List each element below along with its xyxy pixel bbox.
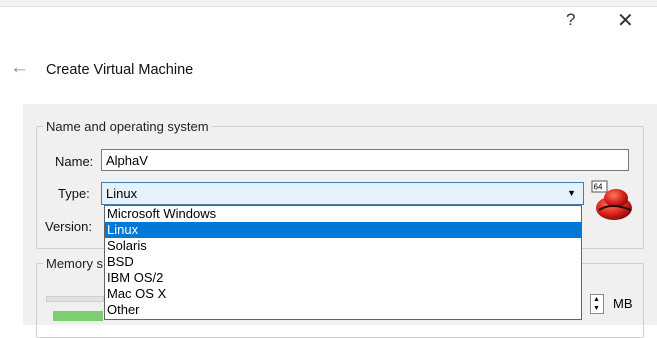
dropdown-option-ibm-os2[interactable]: IBM OS/2: [105, 270, 581, 286]
memory-size-legend: Memory s: [46, 256, 104, 271]
dropdown-option-other[interactable]: Other: [105, 302, 581, 318]
os-icon-badge: 64: [594, 183, 603, 192]
memory-spinbox[interactable]: ▲ ▼: [590, 294, 604, 314]
type-select[interactable]: Linux ▼: [101, 182, 584, 205]
spin-down-icon[interactable]: ▼: [593, 305, 600, 312]
dialog-title: Create Virtual Machine: [46, 62, 194, 78]
name-input[interactable]: [101, 149, 629, 171]
window-top-strip: [0, 0, 657, 7]
type-label: Type:: [58, 186, 90, 201]
version-label: Version:: [45, 219, 92, 234]
chevron-down-icon[interactable]: ▼: [567, 188, 576, 198]
type-dropdown-list[interactable]: Microsoft Windows Linux Solaris BSD IBM …: [104, 205, 582, 320]
dropdown-option-linux[interactable]: Linux: [105, 222, 581, 238]
memory-slider[interactable]: [46, 296, 104, 302]
dropdown-option-microsoft-windows[interactable]: Microsoft Windows: [105, 206, 581, 222]
dropdown-option-bsd[interactable]: BSD: [105, 254, 581, 270]
type-select-value: Linux: [106, 186, 138, 201]
close-button[interactable]: ✕: [617, 8, 634, 33]
help-button[interactable]: ?: [566, 10, 575, 30]
memory-slider-scale: [53, 311, 103, 321]
memory-unit-label: MB: [613, 296, 633, 311]
back-arrow-icon[interactable]: ←: [10, 57, 29, 79]
name-and-os-legend: Name and operating system: [46, 119, 209, 134]
dropdown-option-mac-os-x[interactable]: Mac OS X: [105, 286, 581, 302]
name-label: Name:: [55, 154, 94, 169]
spin-up-icon[interactable]: ▲: [593, 296, 600, 303]
dropdown-option-solaris[interactable]: Solaris: [105, 238, 581, 254]
linux-64-icon: 64: [591, 180, 632, 220]
